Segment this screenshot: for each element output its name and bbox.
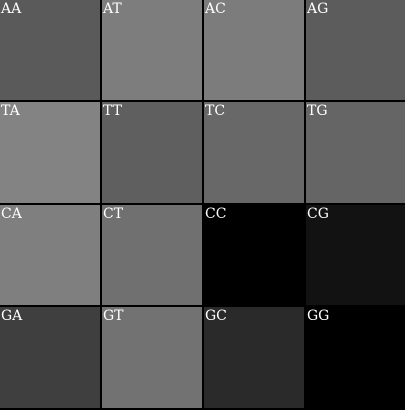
grid-cell-at: AT [102,0,202,100]
cell-label: TC [205,103,226,119]
grid-cell-tc: TC [204,102,304,203]
dinucleotide-grid: AA AT AC AG TA TT TC TG CA CT CC CG GA G… [0,0,405,410]
cell-label: AT [103,1,122,17]
grid-cell-aa: AA [0,0,100,100]
grid-cell-ga: GA [0,307,100,408]
grid-cell-gt: GT [102,307,202,408]
grid-cell-ag: AG [306,0,405,100]
cell-label: AG [307,1,329,17]
cell-label: GG [307,308,330,324]
cell-label: TG [307,103,328,119]
grid-cell-ac: AC [204,0,304,100]
grid-cell-tg: TG [306,102,405,203]
grid-cell-ct: CT [102,205,202,305]
cell-label: TA [1,103,20,119]
cell-label: GA [1,308,23,324]
grid-cell-cg: CG [306,205,405,305]
cell-label: TT [103,103,122,119]
cell-label: AC [205,1,226,17]
cell-label: GC [205,308,227,324]
grid-cell-gg: GG [306,307,405,408]
cell-label: AA [1,1,22,17]
cell-label: CT [103,206,124,222]
grid-cell-cc: CC [204,205,304,305]
grid-cell-ta: TA [0,102,100,203]
grid-cell-ca: CA [0,205,100,305]
cell-label: CA [1,206,22,222]
cell-label: GT [103,308,124,324]
grid-cell-tt: TT [102,102,202,203]
cell-label: CC [205,206,227,222]
grid-cell-gc: GC [204,307,304,408]
cell-label: CG [307,206,329,222]
